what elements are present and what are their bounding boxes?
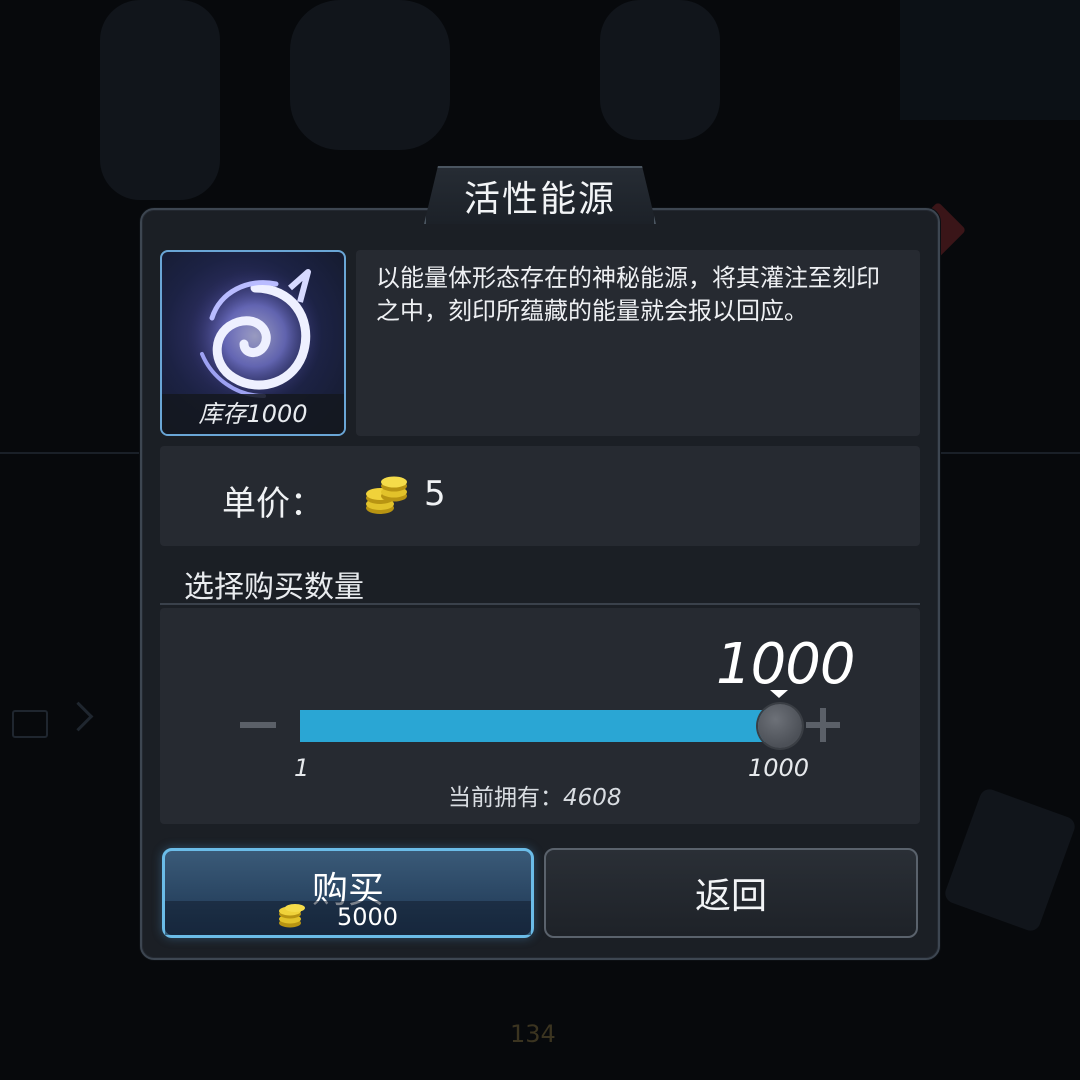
unit-price-value: 5: [424, 474, 446, 514]
gold-coin-icon: [279, 904, 305, 928]
unit-price-label: 单价：: [222, 484, 324, 524]
background-card: [942, 786, 1078, 934]
item-description: 以能量体形态存在的神秘能源，将其灌注至刻印之中，刻印所蕴藏的能量就会报以回应。: [356, 250, 920, 436]
chat-icon: [12, 710, 48, 738]
item-icon-frame: 库存1000: [160, 250, 346, 436]
slider-fill: [300, 710, 780, 742]
quantity-slider[interactable]: [300, 710, 780, 742]
quantity-pointer-icon: [770, 690, 788, 698]
quantity-section-label: 选择购买数量: [184, 570, 364, 605]
buy-button[interactable]: 购买 5000: [162, 848, 534, 938]
background-line: [940, 452, 1080, 454]
increase-quantity-button[interactable]: [806, 708, 840, 742]
owned-count: 当前拥有：4608: [448, 778, 622, 812]
dialog-title: 活性能源: [463, 179, 616, 220]
slider-min-label: 1: [294, 754, 310, 782]
back-label: 返回: [694, 876, 767, 917]
chevron-right-icon: [63, 701, 94, 732]
stock-label: 库存1000: [162, 394, 344, 434]
energy-swirl-icon: [187, 268, 323, 404]
price-panel: 单价： 5: [160, 446, 920, 546]
back-button[interactable]: 返回: [544, 848, 918, 938]
slider-max-label: 1000: [748, 754, 810, 782]
background-character: [100, 0, 220, 200]
slider-handle[interactable]: [758, 704, 802, 748]
background-character: [600, 0, 720, 140]
background-panel: [900, 0, 1080, 120]
owned-value: 4608: [563, 785, 622, 811]
background-number: 134: [510, 1020, 556, 1048]
background-character: [290, 0, 450, 150]
dialog-title-tab: 活性能源: [424, 166, 656, 224]
decrease-quantity-button[interactable]: [240, 722, 276, 728]
selected-quantity: 1000: [716, 632, 856, 697]
buy-total-cost: 5000: [337, 903, 399, 931]
gold-coin-stack-icon: [366, 476, 407, 514]
section-divider: [160, 603, 920, 605]
owned-text: 当前拥有：: [448, 785, 563, 811]
background-line: [0, 452, 140, 454]
